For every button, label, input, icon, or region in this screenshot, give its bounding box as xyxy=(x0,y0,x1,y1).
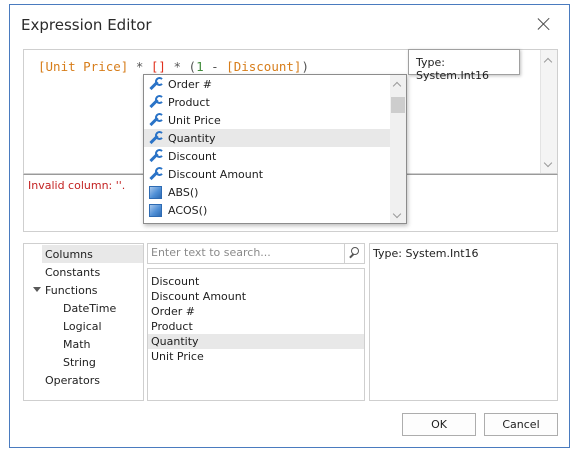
wrench-icon xyxy=(148,149,164,163)
type-tooltip: Type: System.Int16 xyxy=(408,49,520,82)
cancel-button[interactable]: Cancel xyxy=(484,413,558,436)
list-item[interactable]: Discount xyxy=(148,274,364,289)
description-text: Type: System.Int16 xyxy=(373,247,479,260)
tree-item-label: String xyxy=(63,355,96,369)
search-input[interactable] xyxy=(148,244,341,261)
expression-editor-window: Expression Editor [Unit Price] * [] * (1… xyxy=(9,4,570,448)
tree-item-label: Math xyxy=(63,337,91,351)
autocomplete-item-label: Product xyxy=(168,95,210,109)
expand-arrow-icon[interactable] xyxy=(33,287,41,292)
autocomplete-popup: Order # Product Unit Price Quantity Disc… xyxy=(143,74,407,224)
wrench-icon xyxy=(148,113,164,127)
column-list: Discount Discount Amount Order # Product… xyxy=(147,268,365,401)
scroll-up-icon[interactable] xyxy=(394,80,401,87)
scroll-thumb[interactable] xyxy=(391,97,405,113)
tree-item-logical[interactable]: Logical xyxy=(63,317,102,335)
token-operator: - xyxy=(203,59,227,74)
autocomplete-item-label: Quantity xyxy=(168,131,216,145)
scroll-down-icon[interactable] xyxy=(394,211,401,218)
autocomplete-item-label: Order # xyxy=(168,77,212,91)
tree-item-label: Columns xyxy=(45,247,93,261)
list-item-selected[interactable]: Quantity xyxy=(148,334,364,349)
autocomplete-item-label: ABS() xyxy=(168,185,199,199)
search-icon[interactable] xyxy=(344,244,364,263)
tree-item-label: Logical xyxy=(63,319,102,333)
tree-item-columns[interactable]: Columns xyxy=(42,245,143,263)
category-tree: Columns Constants Functions DateTime Log… xyxy=(23,243,144,401)
list-item[interactable]: Order # xyxy=(148,304,364,319)
token-close-paren: ) xyxy=(301,59,309,74)
scroll-down-icon[interactable] xyxy=(545,160,552,167)
list-item[interactable]: Unit Price xyxy=(148,349,364,364)
token-caret-placeholder: [] xyxy=(150,59,166,74)
tree-item-label: Operators xyxy=(45,373,100,387)
tree-item-operators[interactable]: Operators xyxy=(45,371,100,389)
window-title: Expression Editor xyxy=(21,16,152,34)
wrench-icon xyxy=(148,131,164,145)
token-operator: * ( xyxy=(165,59,197,74)
tree-item-label: Constants xyxy=(45,265,101,279)
expression-text[interactable]: [Unit Price] * [] * (1 - [Discount]) xyxy=(38,59,309,74)
tree-item-constants[interactable]: Constants xyxy=(45,263,100,281)
wrench-icon xyxy=(148,167,164,181)
tree-item-label: Functions xyxy=(45,283,98,297)
search-box xyxy=(147,243,365,264)
tree-item-label: DateTime xyxy=(63,301,117,315)
autocomplete-item[interactable]: ACOS() xyxy=(144,201,390,219)
ok-button[interactable]: OK xyxy=(402,413,476,436)
autocomplete-item-label: ACOS() xyxy=(168,203,208,217)
token-operator: * xyxy=(128,59,151,74)
token-number: 1 xyxy=(196,59,204,74)
list-item[interactable]: Discount Amount xyxy=(148,289,364,304)
editor-scrollbar[interactable] xyxy=(540,50,557,173)
error-message: Invalid column: ''. xyxy=(28,179,126,192)
token-column-unit-price: [Unit Price] xyxy=(38,59,129,74)
autocomplete-item[interactable]: Unit Price xyxy=(144,111,390,129)
function-cube-icon xyxy=(149,203,162,217)
wrench-icon xyxy=(148,95,164,109)
autocomplete-item[interactable]: ABS() xyxy=(144,183,390,201)
autocomplete-item-selected[interactable]: Quantity xyxy=(144,129,390,147)
list-item[interactable]: Product xyxy=(148,319,364,334)
function-cube-icon xyxy=(149,185,162,199)
wrench-icon xyxy=(148,77,164,91)
tree-item-functions[interactable]: Functions xyxy=(24,281,144,299)
autocomplete-item-label: Discount Amount xyxy=(168,167,264,181)
autocomplete-item[interactable]: Discount Amount xyxy=(144,165,390,183)
scroll-up-icon[interactable] xyxy=(545,56,552,63)
autocomplete-item-label: Unit Price xyxy=(168,113,221,127)
autocomplete-item[interactable]: Order # xyxy=(144,75,390,93)
tree-item-math[interactable]: Math xyxy=(63,335,91,353)
autocomplete-item[interactable]: Product xyxy=(144,93,390,111)
popup-scrollbar[interactable] xyxy=(390,75,406,223)
close-icon[interactable] xyxy=(535,15,553,33)
description-panel: Type: System.Int16 xyxy=(369,243,558,401)
tree-item-string[interactable]: String xyxy=(63,353,96,371)
autocomplete-item[interactable]: Discount xyxy=(144,147,390,165)
token-column-discount: [Discount] xyxy=(226,59,302,74)
tree-item-datetime[interactable]: DateTime xyxy=(63,299,116,317)
autocomplete-item-label: Discount xyxy=(168,149,217,163)
